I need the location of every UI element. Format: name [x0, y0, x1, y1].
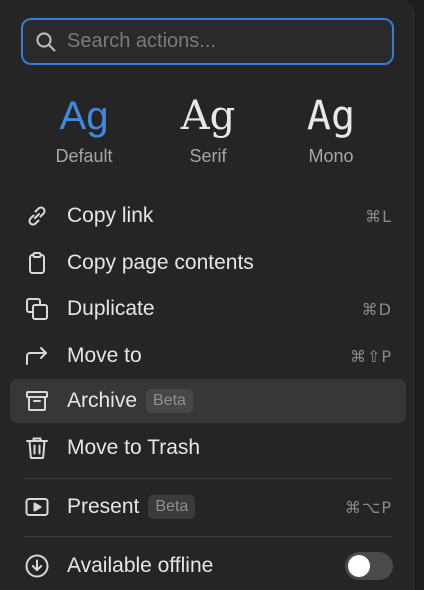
beta-badge: Beta: [148, 495, 196, 519]
shortcut-hint: ⌘⇧P: [349, 346, 392, 366]
menu-item-label: Copy link: [67, 204, 154, 227]
menu-item-label: Copy page contents: [67, 251, 254, 274]
menu-item-label-row: Archive Beta: [67, 389, 193, 413]
archive-icon: [24, 388, 50, 414]
menu-item-label: Available offline: [67, 554, 214, 577]
duplicate-icon: [24, 296, 50, 322]
menu-item-move-to[interactable]: Move to ⌘⇧P: [10, 334, 406, 378]
menu-item-label: Duplicate: [67, 297, 155, 320]
font-glyph-serif: Ag: [180, 93, 236, 139]
menu-item-label: Move to: [67, 344, 142, 367]
menu-item-label-row: Present Beta: [67, 495, 196, 519]
download-circle-icon: [24, 553, 50, 579]
play-icon: [24, 494, 50, 520]
menu-item-label: Archive: [67, 389, 138, 412]
search-box[interactable]: [21, 18, 394, 65]
font-option-default[interactable]: Ag Default: [34, 92, 134, 167]
font-label-serif: Serif: [189, 146, 227, 166]
menu-item-present[interactable]: Present Beta ⌘⌥P: [10, 485, 406, 529]
offline-toggle[interactable]: [345, 552, 393, 580]
font-option-mono[interactable]: Ag Mono: [281, 92, 381, 167]
menu-item-copy-page-contents[interactable]: Copy page contents: [10, 241, 406, 285]
menu-item-available-offline[interactable]: Available offline: [10, 544, 406, 588]
menu-item-copy-link[interactable]: Copy link ⌘L: [10, 194, 406, 238]
font-glyph-default: Ag: [59, 94, 109, 138]
menu-item-duplicate[interactable]: Duplicate ⌘D: [10, 287, 406, 331]
shortcut-hint: ⌘L: [365, 206, 392, 226]
trash-icon: [24, 435, 50, 461]
shortcut-hint: ⌘D: [361, 299, 392, 319]
search-icon: [34, 30, 58, 54]
divider: [24, 536, 392, 537]
shortcut-hint: ⌘⌥P: [344, 497, 392, 517]
menu-item-move-to-trash[interactable]: Move to Trash: [10, 426, 406, 470]
font-label-mono: Mono: [308, 146, 354, 166]
font-selector: Ag Default Ag Serif Ag Mono: [0, 92, 414, 172]
divider: [24, 478, 392, 479]
clipboard-icon: [24, 250, 50, 276]
font-option-serif[interactable]: Ag Serif: [158, 92, 258, 167]
link-icon: [24, 203, 50, 229]
beta-badge: Beta: [146, 389, 193, 413]
menu-item-label: Move to Trash: [67, 436, 201, 459]
search-input[interactable]: [67, 30, 367, 53]
actions-menu: Ag Default Ag Serif Ag Mono Copy link ⌘L: [0, 0, 414, 590]
font-label-default: Default: [55, 146, 113, 166]
move-arrow-icon: [24, 343, 50, 369]
menu-item-archive[interactable]: Archive Beta: [10, 379, 406, 423]
font-glyph-mono: Ag: [306, 93, 356, 139]
toggle-knob: [348, 555, 370, 577]
menu-item-label: Present: [67, 495, 140, 518]
